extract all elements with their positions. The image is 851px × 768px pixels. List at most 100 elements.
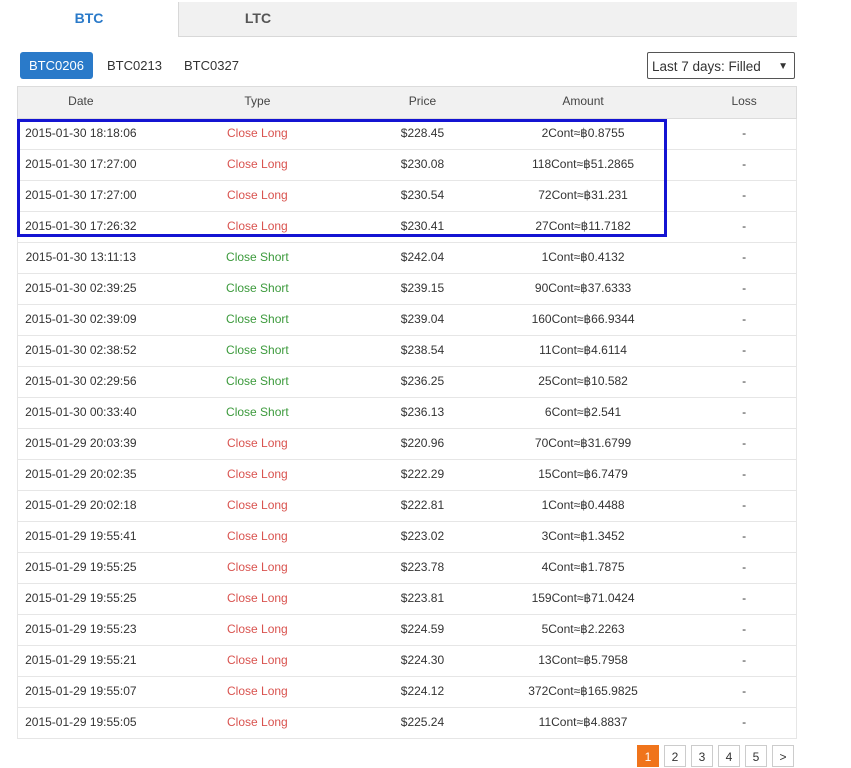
table-row: 2015-01-29 19:55:05 Close Long $225.24 11Co… [17, 708, 797, 739]
contract-button-btc0206[interactable]: BTC0206 [20, 52, 93, 79]
cell-price: $223.02 [400, 529, 445, 543]
cell-price: $239.15 [400, 281, 445, 295]
cell-loss: - [742, 126, 747, 140]
cell-type: Close Short [226, 405, 289, 419]
cell-amount: 11Cont≈฿4.6114 [539, 343, 627, 357]
table-row: 2015-01-30 02:29:56 Close Short $236.25 25C… [17, 367, 797, 398]
dropdown-arrow-icon: ▼ [778, 61, 788, 72]
cell-type: Close Long [227, 467, 288, 481]
cell-amount: 3Cont≈฿1.3452 [541, 529, 625, 543]
cell-loss: - [742, 715, 747, 729]
cell-amount: 4Cont≈฿1.7875 [541, 560, 625, 574]
contract-button-btc0327[interactable]: BTC0327 [175, 52, 248, 79]
cell-type: Close Short [226, 374, 289, 388]
cell-amount: 372Cont≈฿165.9825 [528, 684, 638, 698]
cell-price: $236.25 [400, 374, 445, 388]
cell-date: 2015-01-29 19:55:25 [25, 560, 137, 574]
table-row: 2015-01-29 20:02:35 Close Long $222.29 15Co… [17, 460, 797, 491]
cell-date: 2015-01-30 02:39:09 [25, 312, 137, 326]
header-price[interactable]: Price [371, 87, 474, 118]
cell-loss: - [742, 467, 747, 481]
cell-price: $242.04 [400, 250, 445, 264]
table-row: 2015-01-30 02:39:09 Close Short $239.04 160… [17, 305, 797, 336]
tab-btc[interactable]: BTC [0, 2, 179, 37]
cell-type: Close Long [227, 126, 288, 140]
header-amount[interactable]: Amount [474, 87, 692, 118]
cell-amount: 27Cont≈฿11.7182 [535, 219, 631, 233]
cell-loss: - [742, 498, 747, 512]
page-3-button[interactable]: 3 [691, 745, 713, 767]
cell-type: Close Long [227, 436, 288, 450]
contract-button-btc0213[interactable]: BTC0213 [98, 52, 171, 79]
header-type[interactable]: Type [144, 87, 371, 118]
cell-loss: - [742, 157, 747, 171]
cell-date: 2015-01-30 18:18:06 [25, 126, 137, 140]
cell-price: $225.24 [400, 715, 445, 729]
cell-loss: - [742, 374, 747, 388]
cell-type: Close Long [227, 498, 288, 512]
cell-price: $224.59 [400, 622, 445, 636]
cell-type: Close Long [227, 188, 288, 202]
cell-price: $228.45 [400, 126, 445, 140]
cell-price: $239.04 [400, 312, 445, 326]
cell-loss: - [742, 622, 747, 636]
cell-type: Close Long [227, 219, 288, 233]
cell-date: 2015-01-29 19:55:07 [25, 684, 137, 698]
cell-date: 2015-01-30 17:27:00 [25, 157, 137, 171]
table-row: 2015-01-30 02:38:52 Close Short $238.54 11C… [17, 336, 797, 367]
cell-amount: 72Cont≈฿31.231 [538, 188, 628, 202]
cell-loss: - [742, 219, 747, 233]
cell-loss: - [742, 250, 747, 264]
table-row: 2015-01-29 19:55:25 Close Long $223.78 4Con… [17, 553, 797, 584]
cell-type: Close Short [226, 312, 289, 326]
cell-date: 2015-01-29 19:55:23 [25, 622, 137, 636]
cell-amount: 160Cont≈฿66.9344 [531, 312, 635, 326]
cell-price: $224.12 [400, 684, 445, 698]
tab-ltc[interactable]: LTC [179, 2, 337, 36]
cell-amount: 90Cont≈฿37.6333 [534, 281, 632, 295]
cell-amount: 11Cont≈฿4.8837 [538, 715, 628, 729]
page-1-button[interactable]: 1 [637, 745, 659, 767]
orders-table: Date Type Price Amount Loss 2015-01-30 1… [17, 86, 797, 739]
header-loss[interactable]: Loss [692, 87, 796, 118]
table-row: 2015-01-29 19:55:21 Close Long $224.30 13Co… [17, 646, 797, 677]
cell-date: 2015-01-30 02:39:25 [25, 281, 137, 295]
table-body: 2015-01-30 18:18:06 Close Long $228.45 2Con… [17, 119, 797, 739]
cell-date: 2015-01-30 00:33:40 [25, 405, 137, 419]
cell-price: $223.81 [400, 591, 445, 605]
page-5-button[interactable]: 5 [745, 745, 767, 767]
cell-type: Close Short [226, 343, 289, 357]
cell-date: 2015-01-29 19:55:41 [25, 529, 137, 543]
cell-type: Close Long [227, 529, 288, 543]
cell-loss: - [742, 405, 747, 419]
header-date[interactable]: Date [18, 87, 144, 118]
cell-amount: 5Cont≈฿2.2263 [541, 622, 625, 636]
table-row: 2015-01-30 18:18:06 Close Long $228.45 2Con… [17, 119, 797, 150]
cell-price: $223.78 [400, 560, 445, 574]
time-filter-select[interactable]: Last 7 days: Filled ▼ [647, 52, 795, 79]
cell-amount: 70Cont≈฿31.6799 [534, 436, 632, 450]
next-page-button[interactable]: > [772, 745, 794, 767]
cell-amount: 1Cont≈฿0.4132 [541, 250, 625, 264]
cell-date: 2015-01-30 17:26:32 [25, 219, 137, 233]
page-4-button[interactable]: 4 [718, 745, 740, 767]
cell-amount: 13Cont≈฿5.7958 [538, 653, 628, 667]
cell-loss: - [742, 684, 747, 698]
cell-amount: 118Cont≈฿51.2865 [532, 157, 635, 171]
cell-type: Close Short [226, 250, 289, 264]
cell-loss: - [742, 653, 747, 667]
cell-date: 2015-01-29 19:55:25 [25, 591, 137, 605]
table-row: 2015-01-29 19:55:07 Close Long $224.12 372C… [17, 677, 797, 708]
cell-type: Close Long [227, 560, 288, 574]
table-header: Date Type Price Amount Loss [17, 86, 797, 119]
page-2-button[interactable]: 2 [664, 745, 686, 767]
cell-loss: - [742, 343, 747, 357]
cell-loss: - [742, 188, 747, 202]
cell-price: $230.54 [400, 188, 445, 202]
cell-type: Close Long [227, 715, 288, 729]
cell-price: $222.81 [400, 498, 445, 512]
cell-loss: - [742, 591, 747, 605]
cell-type: Close Long [227, 684, 288, 698]
cell-loss: - [742, 281, 747, 295]
cell-date: 2015-01-29 20:03:39 [25, 436, 137, 450]
